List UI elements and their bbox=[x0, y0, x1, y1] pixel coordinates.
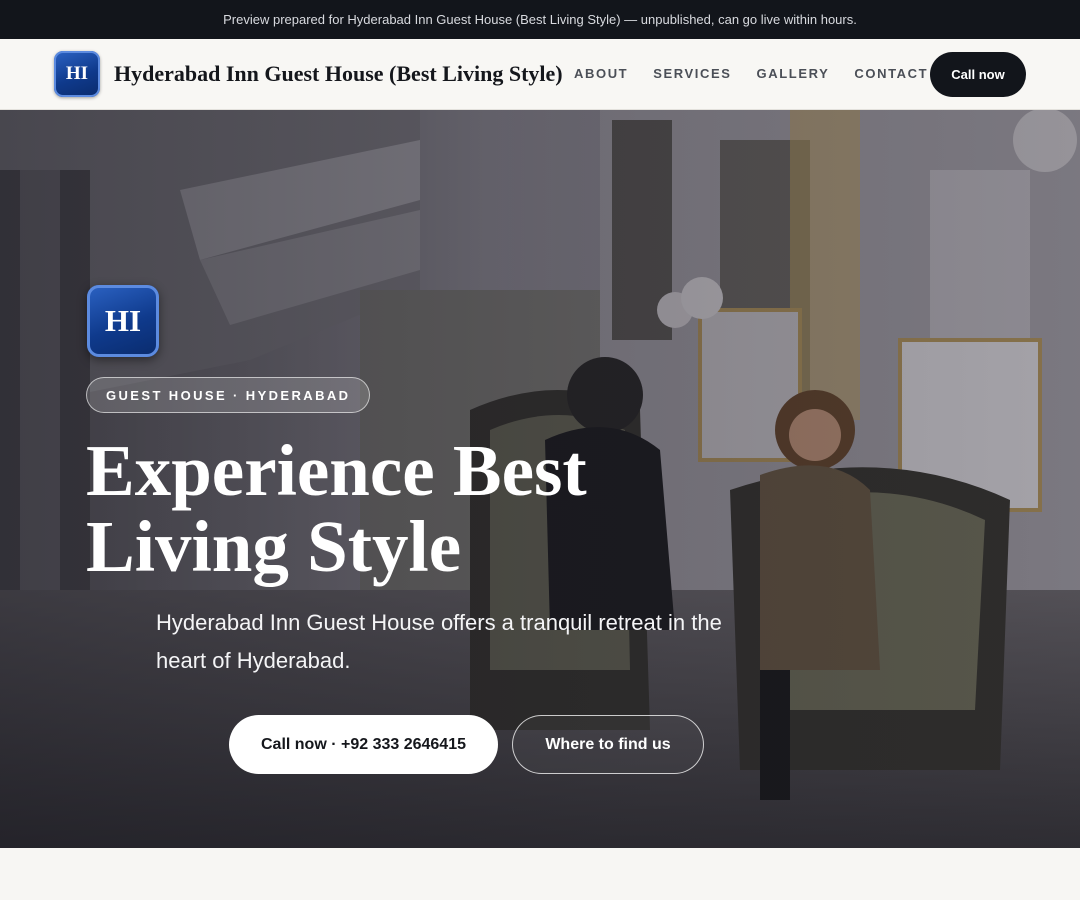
nav-link-contact[interactable]: CONTACT bbox=[854, 66, 928, 81]
hero-logo-initials: HI bbox=[104, 303, 142, 338]
hero-subtitle: Hyderabad Inn Guest House offers a tranq… bbox=[156, 610, 722, 673]
preview-banner-text: Preview prepared for Hyderabad Inn Guest… bbox=[223, 12, 857, 27]
nav-link-about[interactable]: ABOUT bbox=[574, 66, 628, 81]
nav-link-services[interactable]: SERVICES bbox=[653, 66, 731, 81]
nav-link-gallery[interactable]: GALLERY bbox=[757, 66, 830, 81]
header-call-button[interactable]: Call now bbox=[930, 52, 1026, 97]
hero-logo-icon: HI bbox=[87, 285, 159, 357]
brand-logo-initials: HI bbox=[65, 63, 89, 84]
hero-call-button[interactable]: Call now · +92 333 2646415 bbox=[229, 715, 498, 774]
site-header: HI Hyderabad Inn Guest House (Best Livin… bbox=[0, 39, 1080, 110]
brand-logo-icon[interactable]: HI bbox=[54, 51, 100, 97]
hero-headline: Experience Best Living Style bbox=[86, 430, 587, 587]
hero-section: HI GUEST HOUSE · HYDERABAD Experience Be… bbox=[0, 110, 1080, 848]
main-nav: ABOUT SERVICES GALLERY CONTACT bbox=[574, 66, 953, 81]
brand-name[interactable]: Hyderabad Inn Guest House (Best Living S… bbox=[114, 61, 563, 87]
hero-eyebrow-badge: GUEST HOUSE · HYDERABAD bbox=[86, 377, 371, 413]
hero-directions-button[interactable]: Where to find us bbox=[512, 715, 704, 774]
preview-banner: Preview prepared for Hyderabad Inn Guest… bbox=[0, 0, 1080, 39]
